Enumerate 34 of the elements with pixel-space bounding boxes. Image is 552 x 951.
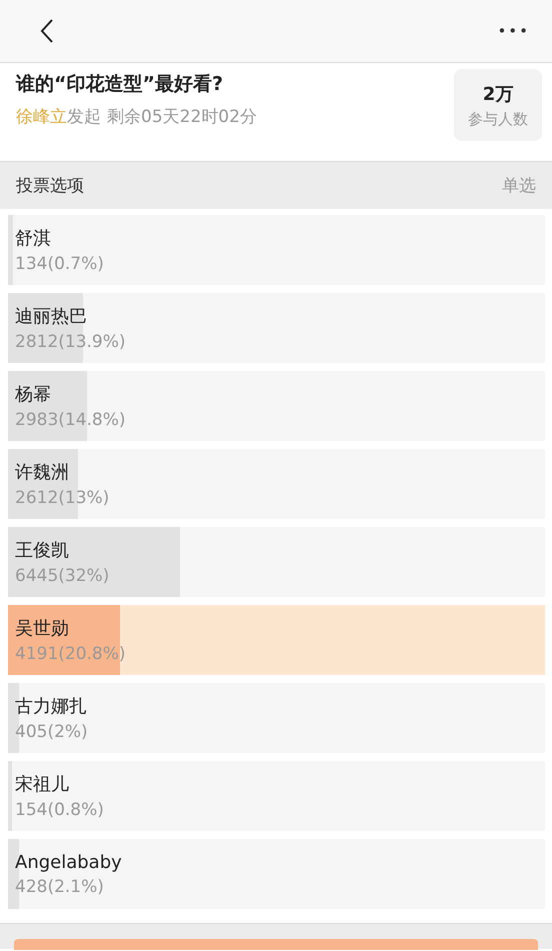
vote-option[interactable]: 王俊凯 6445(32%) — [8, 527, 545, 597]
vote-option[interactable]: Angelababy 428(2.1%) — [8, 839, 545, 909]
option-name: 舒淇 — [15, 227, 52, 250]
option-name: Angelababy — [15, 852, 123, 872]
option-result: 6445(32%) — [15, 566, 110, 586]
option-result: 2612(13%) — [15, 488, 110, 508]
more-button[interactable]: ••• — [497, 22, 530, 40]
option-name: 古力娜扎 — [15, 695, 88, 718]
option-name: 杨幂 — [15, 383, 52, 406]
option-result: 2812(13.9%) — [15, 332, 127, 352]
option-result: 134(0.7%) — [15, 254, 105, 274]
poll-title: 谁的“印花造型”最好看? — [16, 72, 224, 97]
option-name: 宋祖儿 — [15, 773, 70, 796]
option-result: 405(2%) — [15, 722, 89, 742]
vote-option[interactable]: 杨幂 2983(14.8%) — [8, 371, 545, 441]
time-remaining: 剩余05天22时02分 — [107, 107, 257, 127]
vote-option[interactable]: 宋祖儿 154(0.8%) — [8, 761, 545, 831]
back-icon[interactable] — [40, 19, 54, 43]
vote-option[interactable]: 舒淇 134(0.7%) — [8, 215, 545, 285]
option-result: 2983(14.8%) — [15, 410, 127, 430]
option-name: 王俊凯 — [15, 539, 70, 562]
option-name: 吴世勋 — [15, 617, 70, 640]
vote-option[interactable]: 迪丽热巴 2812(13.9%) — [8, 293, 545, 363]
option-name: 迪丽热巴 — [15, 305, 88, 328]
option-result: 428(2.1%) — [15, 876, 105, 896]
vote-option[interactable]: 许魏洲 2612(13%) — [8, 449, 545, 519]
option-result: 154(0.8%) — [15, 800, 105, 820]
participants-count: 2万 — [482, 82, 514, 106]
initiated-label: 发起 — [67, 107, 101, 127]
participants-label: 参与人数 — [468, 110, 528, 128]
vote-option[interactable]: 古力娜扎 405(2%) — [8, 683, 545, 753]
option-name: 许魏洲 — [15, 461, 70, 484]
section-title: 投票选项 — [16, 175, 84, 197]
vote-mode: 单选 — [502, 175, 536, 197]
